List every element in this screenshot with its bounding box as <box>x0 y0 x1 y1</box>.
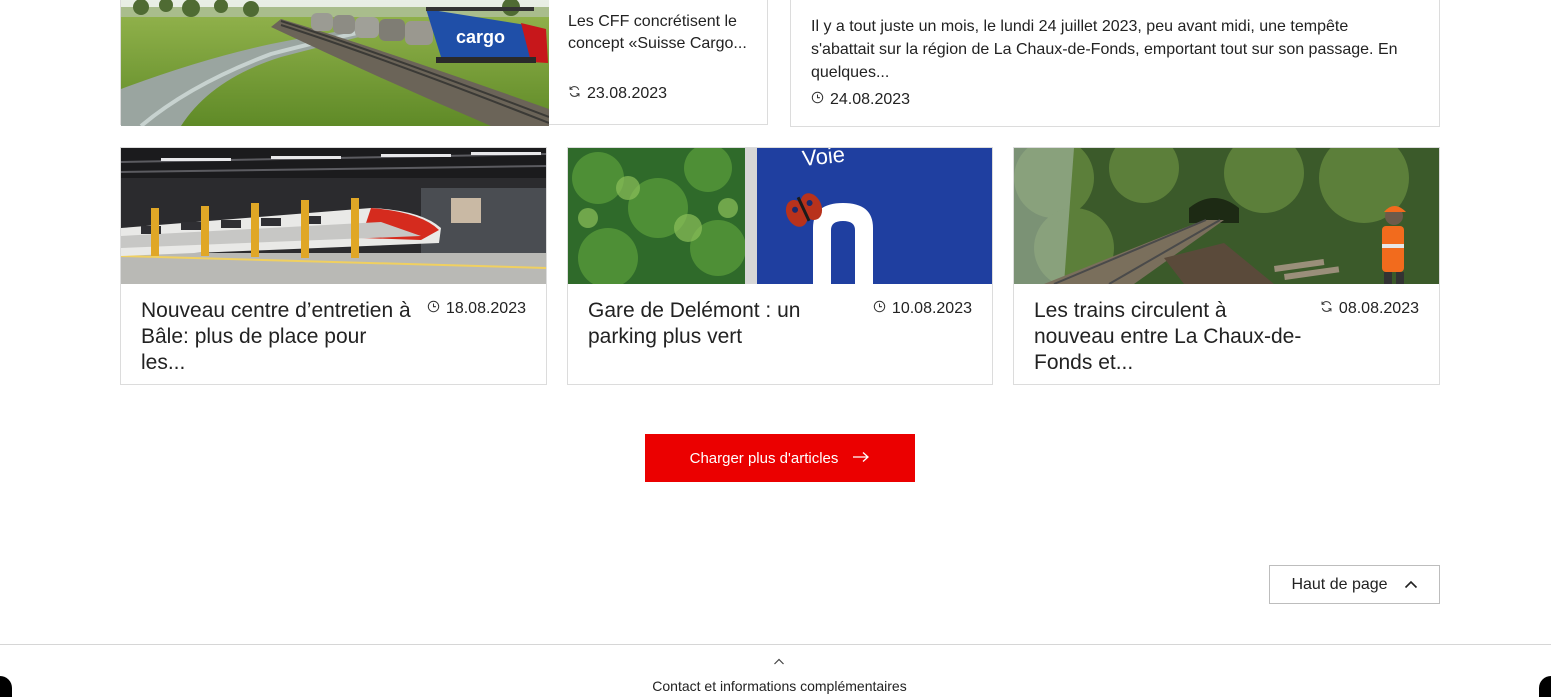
article-card[interactable]: Voie Gare de Delémont : un parking plus … <box>567 147 993 385</box>
article-image-delemont-parking[interactable]: Voie <box>568 148 992 284</box>
page: cargo Les CFF concrétisent le concept «S… <box>0 0 1551 697</box>
article-card-cargo[interactable]: cargo Les CFF concrétisent le concept «S… <box>120 0 768 126</box>
load-more-label: Charger plus d'articles <box>689 449 839 467</box>
clock-icon <box>427 300 440 318</box>
refresh-icon <box>1320 300 1333 318</box>
article-date-text: 10.08.2023 <box>891 300 972 317</box>
back-to-top-button[interactable]: Haut de page <box>1269 565 1440 604</box>
article-date-text: 24.08.2023 <box>830 91 911 108</box>
article-excerpt[interactable]: Il y a tout juste un mois, le lundi 24 j… <box>811 15 1411 84</box>
article-date-text: 18.08.2023 <box>445 300 526 317</box>
article-date: 08.08.2023 <box>1320 300 1419 318</box>
back-to-top-label: Haut de page <box>1291 575 1388 593</box>
refresh-icon <box>568 85 581 103</box>
article-date: 23.08.2023 <box>568 85 667 103</box>
article-title[interactable]: Les trains circulent à nouveau entre La … <box>1034 298 1304 376</box>
article-image-cargo-train[interactable]: cargo <box>121 0 549 126</box>
article-date: 18.08.2023 <box>427 300 526 318</box>
article-date: 24.08.2023 <box>811 91 910 109</box>
footer-contact-label: Contact et informations complémentaires <box>652 678 907 694</box>
article-card[interactable]: Les trains circulent à nouveau entre La … <box>1013 147 1440 385</box>
cargo-logo-text: cargo <box>456 27 505 47</box>
article-card[interactable]: Nouveau centre d’entretien à Bâle: plus … <box>120 147 547 385</box>
article-title[interactable]: Nouveau centre d’entretien à Bâle: plus … <box>141 298 411 376</box>
footer-contact-toggle[interactable]: Contact et informations complémentaires <box>0 645 1551 697</box>
article-image-maintenance-center[interactable] <box>121 148 546 284</box>
article-card-storm[interactable]: Il y a tout juste un mois, le lundi 24 j… <box>790 0 1440 127</box>
chevron-up-icon <box>1404 576 1418 594</box>
clock-icon <box>811 91 824 109</box>
article-title[interactable]: Gare de Delémont : un parking plus vert <box>588 298 858 350</box>
article-date-text: 23.08.2023 <box>587 85 668 102</box>
clock-icon <box>873 300 886 318</box>
arrow-right-icon <box>852 450 870 467</box>
article-excerpt[interactable]: Les CFF concrétisent le concept «Suisse … <box>568 11 754 55</box>
chevron-up-icon <box>772 653 786 671</box>
article-date-text: 08.08.2023 <box>1338 300 1419 317</box>
article-date: 10.08.2023 <box>873 300 972 318</box>
article-image-tracks-forest[interactable] <box>1014 148 1439 284</box>
load-more-button[interactable]: Charger plus d'articles <box>645 434 915 482</box>
